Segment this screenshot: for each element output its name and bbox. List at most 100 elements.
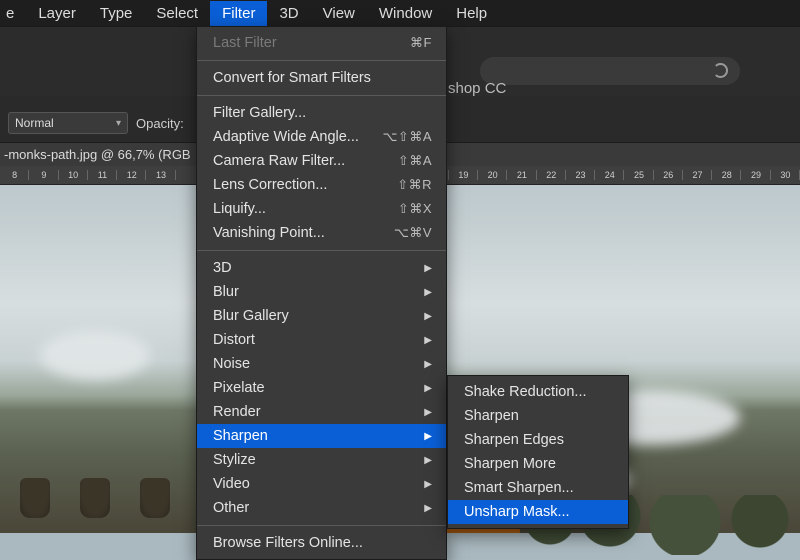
menu-item-label: Smart Sharpen... — [464, 480, 574, 496]
menu-item-sharpen[interactable]: Sharpen ▶ — [197, 424, 446, 448]
menu-item-label: Convert for Smart Filters — [213, 70, 371, 86]
ruler-tick: 27 — [683, 170, 712, 180]
menu-separator — [197, 95, 446, 96]
stump — [80, 478, 110, 518]
submenu-arrow-icon: ▶ — [424, 311, 432, 322]
menu-item-label: Liquify... — [213, 201, 266, 217]
menu-item-label: Lens Correction... — [213, 177, 327, 193]
ruler-tick: 28 — [712, 170, 741, 180]
menu-item-label: 3D — [213, 260, 232, 276]
menu-item-label: Browse Filters Online... — [213, 535, 363, 551]
menu-item-label: Pixelate — [213, 380, 265, 396]
app-title-fragment: shop CC — [448, 80, 506, 97]
ruler-tick: 11 — [88, 170, 117, 180]
menu-view[interactable]: View — [311, 1, 367, 26]
menu-item-label: Vanishing Point... — [213, 225, 325, 241]
menu-item-label: Video — [213, 476, 250, 492]
menu-item-lens-correction[interactable]: Lens Correction... ⇧⌘R — [197, 173, 446, 197]
menu-item-label: Adaptive Wide Angle... — [213, 129, 359, 145]
menu-item-stylize[interactable]: Stylize ▶ — [197, 448, 446, 472]
menu-separator — [197, 250, 446, 251]
menu-item-shortcut: ⇧⌘X — [398, 201, 432, 217]
sharpen-submenu: Shake Reduction... Sharpen Sharpen EdgesSh… — [447, 375, 629, 529]
stump — [20, 478, 50, 518]
submenu-arrow-icon: ▶ — [424, 263, 432, 274]
menu-item-shortcut: ⌥⌘V — [394, 225, 432, 241]
menu-item-label: Unsharp Mask... — [464, 504, 570, 520]
ruler-tick: 25 — [624, 170, 653, 180]
menu-item-other[interactable]: Other▶ — [197, 496, 446, 520]
ruler-tick: 20 — [478, 170, 507, 180]
menu-filter[interactable]: Filter — [210, 1, 267, 26]
menu-item-label: Blur Gallery — [213, 308, 289, 324]
menu-type[interactable]: Type — [88, 1, 145, 26]
menu-item-label: Filter Gallery... — [213, 105, 306, 121]
menu-window[interactable]: Window — [367, 1, 444, 26]
refresh-icon[interactable] — [713, 63, 728, 78]
menu-item-label: Blur — [213, 284, 239, 300]
ruler-tick: 21 — [507, 170, 536, 180]
search-field[interactable] — [480, 57, 740, 85]
menu-item-liquify[interactable]: Liquify... ⇧⌘X — [197, 197, 446, 221]
menu-item-adaptive-wide-angle[interactable]: Adaptive Wide Angle... ⌥⇧⌘A — [197, 125, 446, 149]
menu-item-blur-gallery[interactable]: Blur Gallery ▶ — [197, 304, 446, 328]
ruler-tick: 24 — [595, 170, 624, 180]
menu-item-video[interactable]: Video ▶ — [197, 472, 446, 496]
submenu-item-sharpen-more[interactable]: Sharpen More — [448, 452, 628, 476]
submenu-arrow-icon: ▶ — [424, 455, 432, 466]
filter-menu: Last Filter ⌘F Convert for Smart Filters Fi… — [196, 26, 447, 560]
menu-select[interactable]: Select — [144, 1, 210, 26]
submenu-arrow-icon: ▶ — [424, 431, 432, 442]
menu-item-label: Shake Reduction... — [464, 384, 587, 400]
menu-item-distort[interactable]: Distort ▶ — [197, 328, 446, 352]
menu-item-label: Other — [213, 500, 249, 516]
submenu-arrow-icon: ▶ — [424, 335, 432, 346]
ruler-tick: 22 — [537, 170, 566, 180]
menu-layer[interactable]: Layer — [26, 1, 88, 26]
menu-item-convert-for-smart-filters[interactable]: Convert for Smart Filters — [197, 66, 446, 90]
menu-item-label: Sharpen — [464, 408, 519, 424]
submenu-item-unsharp-mask[interactable]: Unsharp Mask... — [448, 500, 628, 524]
menu-item-blur[interactable]: Blur▶ — [197, 280, 446, 304]
menu-item-shortcut: ⇧⌘R — [397, 177, 432, 193]
blend-options: Normal ▾ Opacity: — [8, 112, 184, 134]
menu-item-shortcut: ⌥⇧⌘A — [382, 129, 432, 145]
blend-mode-select[interactable]: Normal ▾ — [8, 112, 128, 134]
submenu-item-smart-sharpen[interactable]: Smart Sharpen... — [448, 476, 628, 500]
menu-item-label: Stylize — [213, 452, 256, 468]
menu-item-filter-gallery[interactable]: Filter Gallery... — [197, 101, 446, 125]
submenu-arrow-icon: ▶ — [424, 479, 432, 490]
menu-separator — [197, 60, 446, 61]
menu-item-camera-raw-filter[interactable]: Camera Raw Filter... ⇧⌘A — [197, 149, 446, 173]
submenu-item-sharpen[interactable]: Sharpen — [448, 404, 628, 428]
menu-help[interactable]: Help — [444, 1, 499, 26]
cloud — [40, 330, 150, 380]
menu-item-label: Sharpen — [213, 428, 268, 444]
menu-item-render[interactable]: Render▶ — [197, 400, 446, 424]
menu-item-noise[interactable]: Noise▶ — [197, 352, 446, 376]
chevron-down-icon: ▾ — [116, 118, 121, 129]
ruler-tick: 19 — [449, 170, 478, 180]
menu-item-3d[interactable]: 3D ▶ — [197, 256, 446, 280]
submenu-item-sharpen-edges[interactable]: Sharpen Edges — [448, 428, 628, 452]
menu-item-pixelate[interactable]: Pixelate ▶ — [197, 376, 446, 400]
submenu-item-shake-reduction[interactable]: Shake Reduction... — [448, 380, 628, 404]
menu-item-last-filter: Last Filter ⌘F — [197, 31, 446, 55]
menubar: e Layer Type Select Filter 3D View Windo… — [0, 0, 800, 26]
menu-item-shortcut: ⇧⌘A — [398, 153, 432, 169]
menu-item-label: Camera Raw Filter... — [213, 153, 345, 169]
menu-item-label: Distort — [213, 332, 255, 348]
submenu-arrow-icon: ▶ — [424, 383, 432, 394]
menu-item-vanishing-point[interactable]: Vanishing Point... ⌥⌘V — [197, 221, 446, 245]
menu-item-label: Render — [213, 404, 261, 420]
menu-item-label: Last Filter — [213, 35, 277, 51]
ruler-tick: 12 — [117, 170, 146, 180]
ruler-tick: 13 — [146, 170, 175, 180]
menu-item-label: Noise — [213, 356, 250, 372]
menu-edit-partial[interactable]: e — [0, 1, 26, 26]
ruler-tick: 8 — [0, 170, 29, 180]
menu-item-shortcut: ⌘F — [410, 35, 432, 51]
ruler-tick: 26 — [654, 170, 683, 180]
menu-item-browse-filters-online[interactable]: Browse Filters Online... — [197, 531, 446, 555]
menu-3d[interactable]: 3D — [267, 1, 310, 26]
